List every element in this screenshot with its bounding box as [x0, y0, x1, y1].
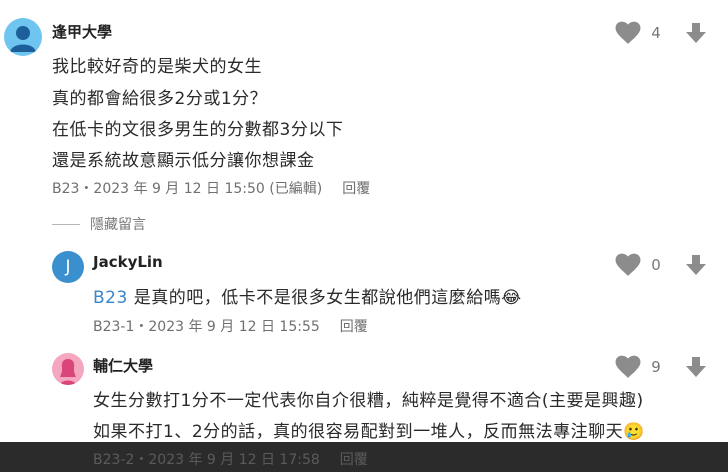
reply-meta: B23-1・2023 年 9 月 12 日 15:55 回覆	[93, 316, 368, 336]
comment-timestamp: B23・2023 年 9 月 12 日 15:50 (已編輯)	[52, 181, 323, 197]
comment-thread: 逢甲大學 我比較好奇的是柴犬的女生 真的都會給很多2分或1分？ 在低卡的文很多男…	[0, 0, 728, 472]
female-silhouette-icon	[60, 359, 76, 385]
avatar-letter: J	[65, 257, 71, 277]
comment-author[interactable]: 逢甲大學	[52, 21, 112, 42]
downvote-arrow-icon[interactable]	[684, 355, 708, 379]
reply-text-line: 女生分數打1分不一定代表你自介很糟，純粹是覺得不適合(主要是興趣)	[93, 391, 644, 411]
reply-button[interactable]: 回覆	[342, 181, 370, 197]
reply-timestamp: B23-2・2023 年 9 月 12 日 17:58	[93, 452, 320, 468]
like-count: 0	[651, 256, 661, 274]
comment-meta: B23・2023 年 9 月 12 日 15:50 (已編輯) 回覆	[52, 178, 370, 198]
mention-link[interactable]: B23	[93, 288, 128, 308]
reply-timestamp: B23-1・2023 年 9 月 12 日 15:55	[93, 319, 320, 335]
divider	[52, 223, 80, 225]
reply-button[interactable]: 回覆	[340, 319, 368, 335]
downvote-arrow-icon[interactable]	[684, 253, 708, 277]
like-count: 4	[651, 24, 661, 42]
comment-text-line: 還是系統故意顯示低分讓你想課金	[52, 151, 315, 171]
like-count: 9	[651, 358, 661, 376]
comment-text-line: 我比較好奇的是柴犬的女生	[52, 57, 262, 77]
reply-text-line: 如果不打1、2分的話，真的很容易配對到一堆人，反而無法專注聊天🥲	[93, 422, 645, 442]
heart-icon[interactable]	[615, 21, 641, 45]
reply-author[interactable]: JackyLin	[93, 253, 163, 271]
heart-icon[interactable]	[615, 253, 641, 277]
heart-icon[interactable]	[615, 355, 641, 379]
reply-text-content: 是真的吧，低卡不是很多女生都說他們這麼給嗎😂	[127, 288, 522, 308]
avatar[interactable]	[4, 18, 42, 56]
reply-author[interactable]: 輔仁大學	[93, 355, 153, 376]
avatar[interactable]	[52, 353, 84, 385]
comment-text-line: 真的都會給很多2分或1分？	[52, 89, 268, 109]
reply-text: B23 是真的吧，低卡不是很多女生都說他們這麼給嗎😂	[93, 283, 522, 308]
hide-comments-toggle[interactable]: 隱藏留言	[52, 214, 146, 234]
avatar[interactable]: J	[52, 251, 84, 283]
comment-text-line: 在低卡的文很多男生的分數都3分以下	[52, 120, 344, 140]
hide-comments-label: 隱藏留言	[90, 217, 146, 233]
reply-meta: B23-2・2023 年 9 月 12 日 17:58 回覆	[93, 449, 368, 469]
reply-button[interactable]: 回覆	[340, 452, 368, 468]
downvote-arrow-icon[interactable]	[684, 21, 708, 45]
user-silhouette-icon	[10, 26, 36, 52]
